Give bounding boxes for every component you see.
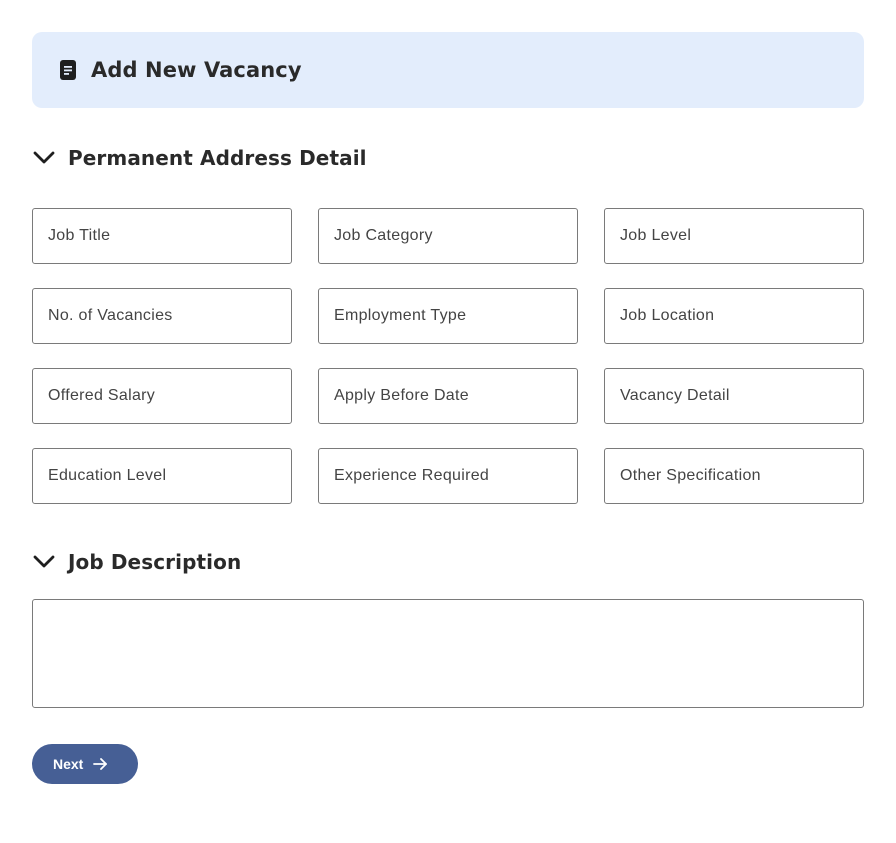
field-placeholder: Job Category <box>334 227 433 244</box>
field-placeholder: Apply Before Date <box>334 387 469 404</box>
field-placeholder: Employment Type <box>334 307 467 324</box>
job-level-field[interactable]: Job Level <box>604 208 864 264</box>
offered-salary-field[interactable]: Offered Salary <box>32 368 292 424</box>
vacancy-detail-field[interactable]: Vacancy Detail <box>604 368 864 424</box>
field-placeholder: Experience Required <box>334 467 490 484</box>
chevron-down-icon[interactable] <box>32 146 56 170</box>
field-placeholder: Offered Salary <box>48 387 156 404</box>
section-header-address[interactable]: Permanent Address Detail <box>32 143 367 173</box>
job-category-field[interactable]: Job Category <box>318 208 578 264</box>
field-placeholder: Other Specification <box>620 467 761 484</box>
employment-type-field[interactable]: Employment Type <box>318 288 578 344</box>
document-icon <box>60 60 76 80</box>
field-placeholder: Education Level <box>48 467 167 484</box>
field-placeholder: Job Level <box>620 227 692 244</box>
field-placeholder: Job Location <box>620 307 715 324</box>
vacancies-count-field[interactable]: No. of Vacancies <box>32 288 292 344</box>
chevron-down-icon[interactable] <box>32 550 56 574</box>
education-level-field[interactable]: Education Level <box>32 448 292 504</box>
page-header: Add New Vacancy <box>32 32 864 108</box>
apply-before-date-field[interactable]: Apply Before Date <box>318 368 578 424</box>
field-placeholder: Job Title <box>48 227 111 244</box>
field-placeholder: Vacancy Detail <box>620 387 730 404</box>
other-specification-field[interactable]: Other Specification <box>604 448 864 504</box>
experience-required-field[interactable]: Experience Required <box>318 448 578 504</box>
section-title-description: Job Description <box>68 550 242 574</box>
job-description-textarea[interactable] <box>32 599 864 708</box>
arrow-right-icon <box>93 758 108 770</box>
field-placeholder: No. of Vacancies <box>48 307 173 324</box>
section-header-description[interactable]: Job Description <box>32 547 241 577</box>
job-location-field[interactable]: Job Location <box>604 288 864 344</box>
page-title: Add New Vacancy <box>91 58 302 82</box>
next-button[interactable]: Next <box>32 744 138 784</box>
job-title-field[interactable]: Job Title <box>32 208 292 264</box>
section-title-address: Permanent Address Detail <box>68 146 367 170</box>
next-button-label: Next <box>53 756 84 772</box>
